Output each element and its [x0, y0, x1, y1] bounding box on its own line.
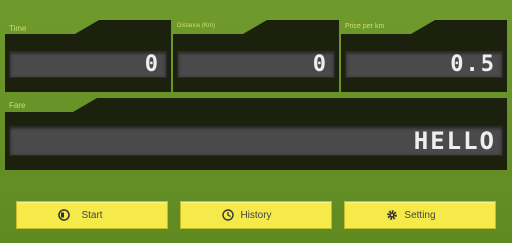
- time-panel: Time 0: [5, 20, 171, 92]
- gear-icon: [387, 210, 397, 220]
- distance-panel: Distance (Km) 0: [173, 20, 339, 92]
- time-value: 0: [144, 52, 160, 77]
- start-button[interactable]: Start: [16, 201, 168, 229]
- distance-display: 0: [177, 51, 335, 78]
- record-icon: [58, 209, 70, 221]
- price-panel: Price per km 0.5: [341, 20, 507, 92]
- distance-label: Distance (Km): [177, 23, 216, 29]
- history-label: History: [240, 209, 272, 221]
- fare-label: Fare: [9, 101, 26, 110]
- start-label: Start: [81, 209, 103, 221]
- history-icon: [222, 209, 234, 221]
- history-button[interactable]: History: [180, 201, 332, 229]
- price-label: Price per km: [345, 23, 385, 30]
- fare-value: HELLO: [413, 127, 496, 155]
- time-display: 0: [9, 51, 167, 78]
- setting-button[interactable]: Setting: [344, 201, 496, 229]
- fare-display: HELLO: [9, 126, 503, 156]
- time-label: Time: [9, 24, 27, 33]
- setting-label: Setting: [404, 209, 436, 221]
- price-display: 0.5: [345, 51, 503, 78]
- price-value: 0.5: [450, 52, 496, 77]
- fare-panel: Fare HELLO: [5, 98, 507, 170]
- distance-value: 0: [312, 52, 328, 77]
